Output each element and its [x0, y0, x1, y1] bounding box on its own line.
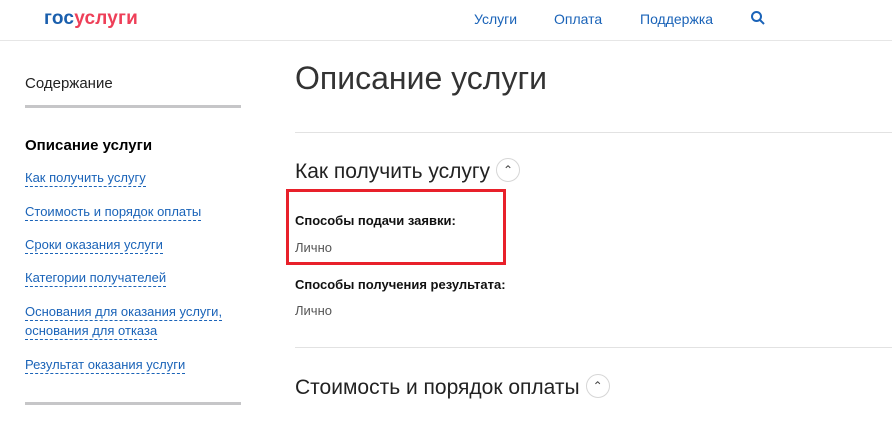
logo-part-2: услуги	[74, 8, 139, 29]
sidebar-link-grounds-refusal[interactable]: основания для отказа	[25, 323, 158, 340]
nav-payment[interactable]: Оплата	[554, 11, 602, 27]
nav-services[interactable]: Услуги	[474, 11, 517, 27]
field-value: Лично	[295, 303, 332, 318]
header: госуслуги Услуги Оплата Поддержка	[0, 0, 892, 41]
divider	[25, 402, 241, 405]
page-title: Описание услуги	[295, 60, 547, 96]
sidebar-link-terms[interactable]: Сроки оказания услуги	[25, 237, 163, 254]
sidebar-link-result[interactable]: Результат оказания услуги	[25, 357, 186, 374]
nav-support[interactable]: Поддержка	[640, 11, 713, 27]
section-heading-how-to-get: Как получить услугу ⌃	[295, 158, 521, 184]
sidebar-link-how-to-get[interactable]: Как получить услугу	[25, 170, 146, 187]
highlight-box	[286, 189, 506, 265]
field-label: Способы получения результата:	[295, 277, 506, 292]
logo-part-1: гос	[44, 8, 75, 29]
chevron-up-icon[interactable]: ⌃	[496, 158, 521, 183]
sidebar-link-grounds[interactable]: Основания для оказания услуги,	[25, 304, 223, 321]
section-heading-text: Стоимость и порядок оплаты	[295, 376, 580, 399]
sidebar-link-cost[interactable]: Стоимость и порядок оплаты	[25, 204, 202, 221]
divider	[295, 132, 892, 133]
chevron-up-icon[interactable]: ⌃	[585, 374, 610, 399]
sidebar-link-categories[interactable]: Категории получателей	[25, 270, 167, 287]
section-heading-text: Как получить услугу	[295, 160, 491, 183]
sidebar-current: Описание услуги	[25, 137, 153, 154]
divider	[295, 347, 892, 348]
sidebar-title: Содержание	[25, 75, 113, 92]
divider	[25, 105, 241, 108]
gosuslugi-logo[interactable]: госуслуги	[44, 8, 138, 30]
search-icon[interactable]	[750, 10, 766, 26]
section-heading-cost: Стоимость и порядок оплаты ⌃	[295, 374, 610, 400]
